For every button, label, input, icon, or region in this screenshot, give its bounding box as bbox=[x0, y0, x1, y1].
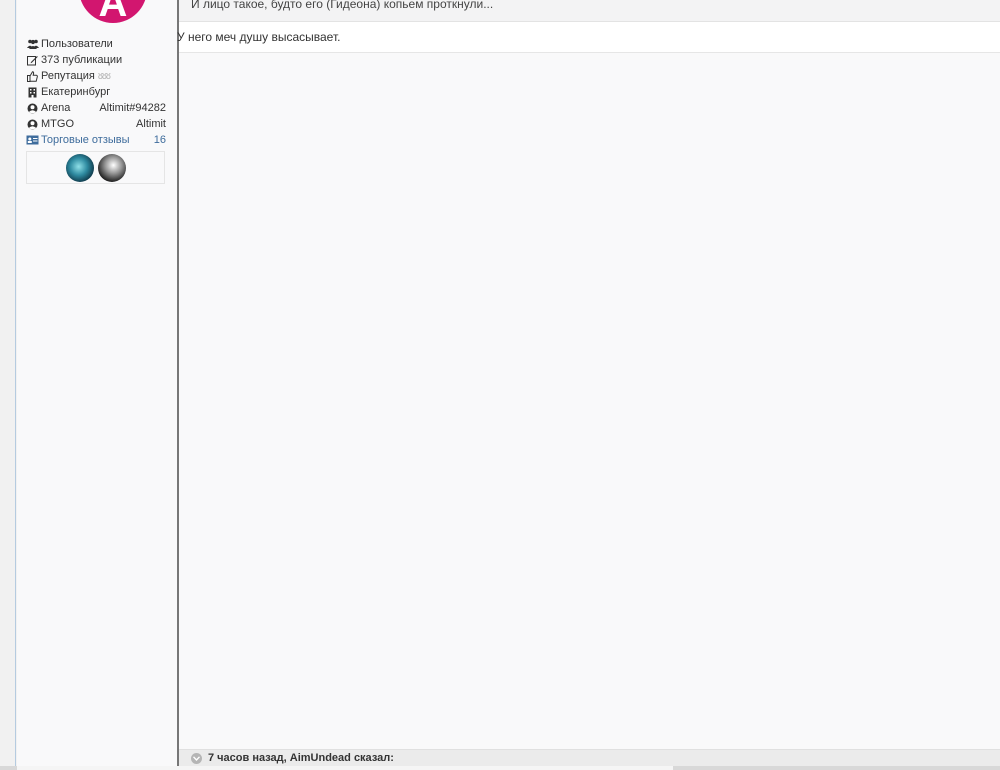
trade-feedback-label[interactable]: Торговые отзывы bbox=[41, 134, 130, 146]
author-group: Пользователи bbox=[41, 38, 113, 50]
users-icon bbox=[26, 39, 39, 49]
badge-icon[interactable] bbox=[97, 153, 126, 182]
author-avatar[interactable]: A bbox=[79, 0, 147, 23]
building-icon bbox=[26, 87, 39, 98]
reputation-icons: ᴕᴕᴕ bbox=[97, 70, 111, 82]
author-badges bbox=[26, 151, 165, 184]
author-mtgo-row: MTGO Altimit bbox=[26, 116, 166, 132]
author-reputation-label: Репутация bbox=[41, 70, 95, 82]
user-circle-icon bbox=[26, 103, 39, 114]
quote-text: И лицо такое, будто его (Гидеона) копьем… bbox=[191, 0, 494, 11]
quote-header[interactable]: 7 часов назад, AimUndead сказал: bbox=[179, 749, 1000, 766]
avatar-letter: A bbox=[98, 0, 128, 23]
post-body: У него меч душу высасывает. bbox=[177, 22, 1000, 53]
quote-header-label: 7 часов назад, AimUndead сказал: bbox=[208, 752, 394, 764]
scrollbar-thumb[interactable] bbox=[17, 766, 673, 770]
post-text: У него меч душу высасывает. bbox=[177, 30, 341, 44]
edit-icon bbox=[26, 55, 39, 66]
quote-block: И лицо такое, будто его (Гидеона) копьем… bbox=[179, 0, 1000, 22]
horizontal-scrollbar[interactable] bbox=[0, 766, 1000, 770]
trade-feedback-count[interactable]: 16 bbox=[154, 134, 166, 146]
id-card-icon bbox=[26, 135, 39, 145]
user-circle-icon bbox=[26, 119, 39, 130]
author-group-row: Пользователи bbox=[26, 36, 166, 52]
arena-value: Altimit#94282 bbox=[99, 102, 166, 114]
trade-feedback-link[interactable]: Торговые отзывы 16 bbox=[26, 132, 166, 148]
quote-expand-icon[interactable] bbox=[191, 752, 202, 764]
author-posts: 373 публикации bbox=[41, 54, 123, 66]
author-city-row: Екатеринбург bbox=[26, 84, 166, 100]
arena-label: Arena bbox=[41, 102, 71, 114]
left-gutter bbox=[0, 0, 16, 770]
post-content: И лицо такое, будто его (Гидеона) копьем… bbox=[177, 0, 1000, 766]
mtgo-value: Altimit bbox=[136, 118, 166, 130]
mtgo-label: MTGO bbox=[41, 118, 74, 130]
author-posts-row: 373 публикации bbox=[26, 52, 166, 68]
author-reputation-row: Репутация ᴕᴕᴕ bbox=[26, 68, 166, 84]
badge-icon[interactable] bbox=[65, 153, 94, 182]
thumbs-up-icon bbox=[26, 70, 39, 82]
author-arena-row: Arena Altimit#94282 bbox=[26, 100, 166, 116]
author-city: Екатеринбург bbox=[41, 86, 111, 98]
author-info-list: Пользователи 373 публикации Репутация ᴕᴕ… bbox=[26, 36, 166, 148]
